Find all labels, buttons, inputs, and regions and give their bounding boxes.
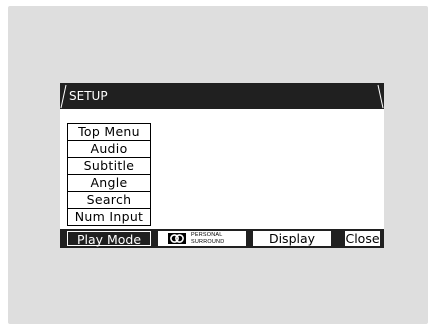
bottom-bar: Play Mode PERSONAL SURROUND Display Clos… [60,229,384,248]
menu-item-search[interactable]: Search [68,192,150,209]
menu-item-audio[interactable]: Audio [68,141,150,158]
surround-label-line2: SURROUND [191,238,225,245]
menu-item-num-input[interactable]: Num Input [68,209,150,225]
menu-title: SETUP [69,89,108,103]
screen-background: SETUP Top Menu Audio Subtitle Angle Sear… [8,6,428,324]
surround-label: PERSONAL SURROUND [191,232,224,245]
surround-label-line1: PERSONAL [191,232,223,238]
personal-surround-button[interactable]: PERSONAL SURROUND [158,231,246,246]
close-button[interactable]: Close [345,231,380,246]
setup-menu-panel: SETUP Top Menu Audio Subtitle Angle Sear… [60,83,384,248]
menu-item-subtitle[interactable]: Subtitle [68,158,150,175]
title-bar-left-bevel [60,84,67,109]
play-mode-button[interactable]: Play Mode [67,231,151,247]
menu-item-top-menu[interactable]: Top Menu [68,124,150,141]
title-bar-right-bevel [377,84,384,109]
menu-item-angle[interactable]: Angle [68,175,150,192]
title-bar: SETUP [60,83,384,109]
surround-logo-icon [168,233,186,244]
setup-menu-list: Top Menu Audio Subtitle Angle Search Num… [67,123,151,226]
display-button[interactable]: Display [253,231,331,246]
